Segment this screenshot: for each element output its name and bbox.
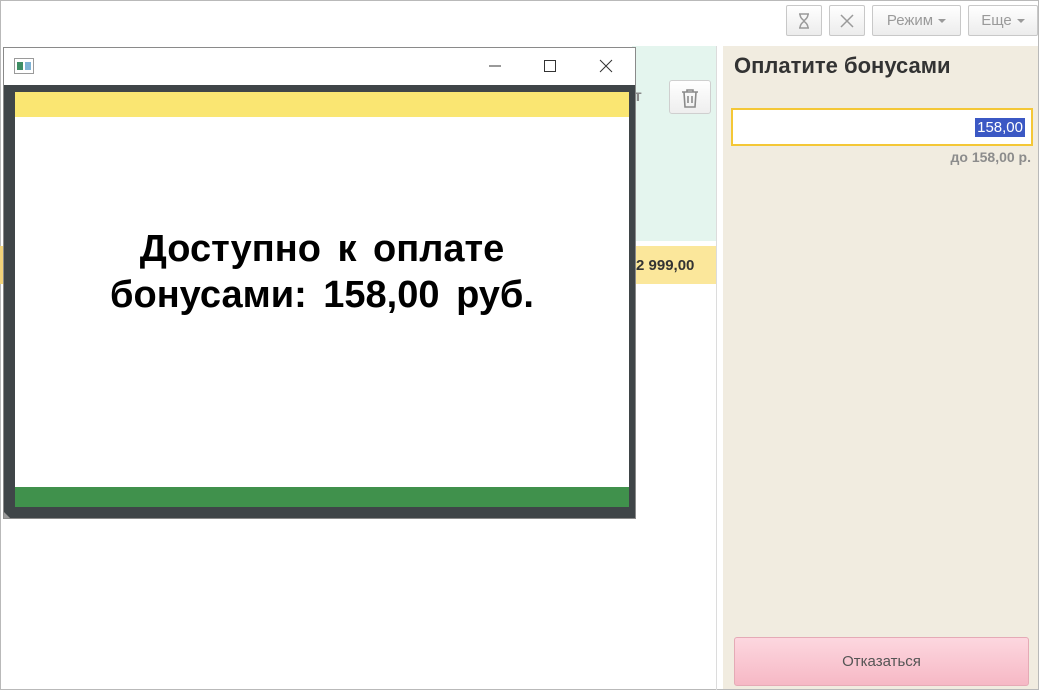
available-bonus-message: Доступно к оплате бонусами: 158,00 руб. xyxy=(15,226,629,318)
trash-icon xyxy=(682,89,698,108)
app-icon xyxy=(14,58,34,74)
cancel-button[interactable]: Отказаться xyxy=(734,637,1029,686)
close-icon xyxy=(599,59,613,73)
message-line-2: бонусами: 158,00 руб. xyxy=(110,274,534,316)
maximize-icon xyxy=(544,60,556,72)
mode-dropdown-button[interactable]: Режим xyxy=(872,5,961,36)
dialog-close-button[interactable] xyxy=(583,48,629,84)
panel-title: Оплатите бонусами xyxy=(734,53,951,78)
panel-divider xyxy=(716,46,717,690)
close-button[interactable] xyxy=(829,5,865,36)
bottom-color-stripe xyxy=(15,487,629,507)
bonus-amount-input[interactable]: 158,00 xyxy=(731,108,1033,146)
mode-label: Режим xyxy=(886,12,934,29)
close-icon xyxy=(840,14,854,28)
hourglass-button[interactable] xyxy=(786,5,822,36)
maximize-button[interactable] xyxy=(527,48,573,84)
chevron-down-icon xyxy=(938,19,947,23)
more-label: Еще xyxy=(981,12,1012,29)
bonus-limit-note: до 158,00 р. xyxy=(950,149,1031,165)
bonus-amount-value: 158,00 xyxy=(975,118,1025,137)
dialog-content: Доступно к оплате бонусами: 158,00 руб. xyxy=(15,92,629,507)
dialog-titlebar[interactable] xyxy=(4,48,635,85)
message-line-1: Доступно к оплате xyxy=(139,228,505,270)
resize-grip[interactable] xyxy=(4,512,10,518)
delete-button[interactable] xyxy=(669,80,711,114)
top-color-stripe xyxy=(15,92,629,117)
background-item-row xyxy=(632,46,716,241)
chevron-down-icon xyxy=(1016,19,1025,23)
minimize-icon xyxy=(489,65,501,67)
background-total-amount: 2 999,00 xyxy=(636,257,695,274)
more-dropdown-button[interactable]: Еще xyxy=(968,5,1038,36)
minimize-button[interactable] xyxy=(472,48,518,84)
hourglass-icon xyxy=(799,13,809,29)
bonus-info-dialog: Доступно к оплате бонусами: 158,00 руб. xyxy=(3,47,636,519)
